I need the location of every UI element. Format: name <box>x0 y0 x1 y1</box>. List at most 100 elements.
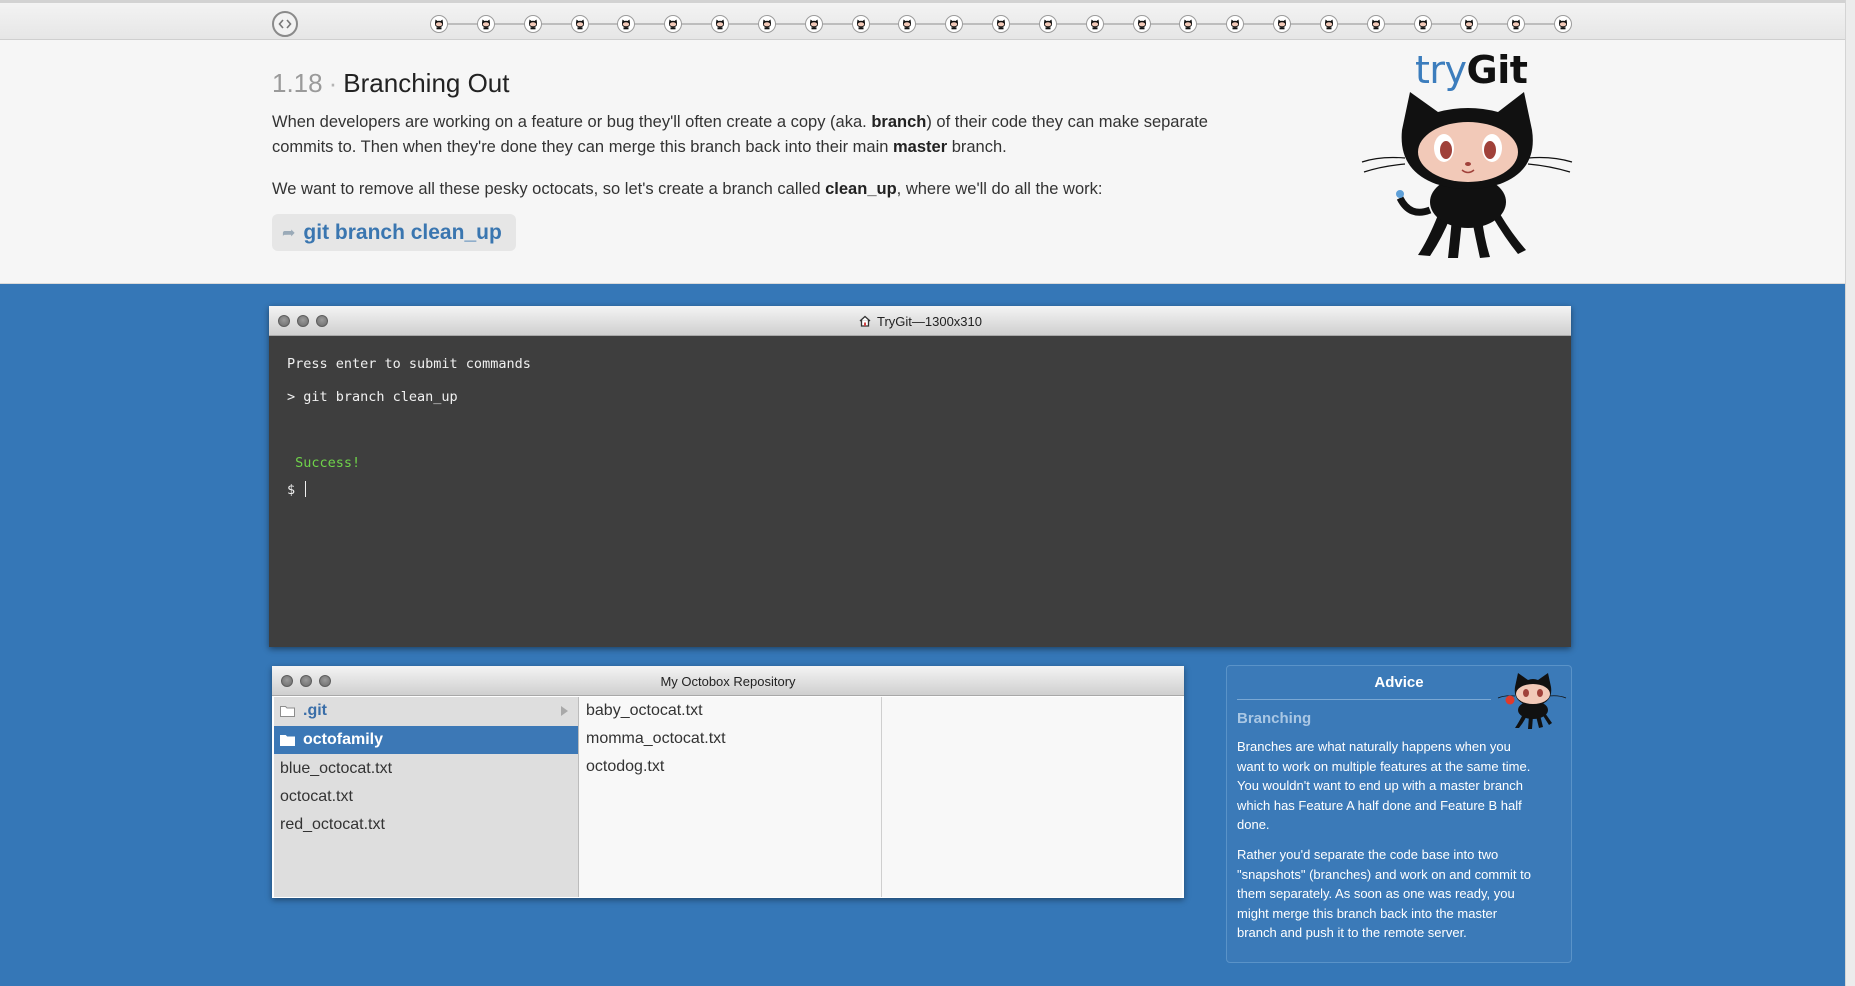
progress-step-2[interactable] <box>476 15 495 33</box>
advice-paragraph: Rather you'd separate the code base into… <box>1237 847 1531 940</box>
progress-step-10[interactable] <box>851 15 870 33</box>
octocat-icon <box>950 19 959 30</box>
progress-step-19[interactable] <box>1273 15 1291 33</box>
command-hint-text: git branch clean_up <box>303 220 502 244</box>
repository-titlebar: My Octobox Repository <box>272 666 1184 696</box>
progress-step-3[interactable] <box>523 15 542 33</box>
octocat-icon <box>1371 19 1380 30</box>
octocat-icon <box>715 19 725 30</box>
file-column-octofamily: baby_octocat.txt momma_octocat.txt octod… <box>579 697 882 897</box>
terminal-cursor <box>305 481 307 497</box>
text-run: branch. <box>947 138 1007 156</box>
progress-step-5[interactable] <box>617 15 636 33</box>
divider <box>1237 699 1491 700</box>
folder-icon <box>280 735 295 746</box>
advice-panel: Advice Branching Branches are what natur… <box>1226 665 1572 963</box>
progress-step-25[interactable] <box>1554 15 1572 33</box>
progress-step-21[interactable] <box>1366 15 1385 33</box>
lesson-progress-bar <box>0 0 1845 40</box>
progress-step-7[interactable] <box>711 15 729 33</box>
page-scrollbar[interactable] <box>1845 0 1855 986</box>
octocat-icon <box>1512 19 1521 30</box>
file-item-baby-octocat[interactable]: baby_octocat.txt <box>579 697 881 725</box>
octocat-icon <box>1090 19 1099 30</box>
octocat-icon <box>903 19 912 30</box>
command-hint-button[interactable]: ➦ git branch clean_up <box>272 214 516 251</box>
progress-steps <box>430 15 1572 33</box>
progress-step-4[interactable] <box>570 15 589 33</box>
bold-term: clean_up <box>825 180 897 198</box>
progress-step-20[interactable] <box>1319 15 1338 33</box>
lesson-instruction: We want to remove all these pesky octoca… <box>272 177 1252 202</box>
progress-step-24[interactable] <box>1507 15 1526 33</box>
file-name: red_octocat.txt <box>280 816 385 833</box>
terminal-line-command: > git branch clean_up <box>287 389 458 405</box>
file-name: blue_octocat.txt <box>280 760 393 777</box>
arrow-icon: ➦ <box>282 224 296 242</box>
file-item-momma-octocat[interactable]: momma_octocat.txt <box>579 725 881 753</box>
octocat-icon <box>1184 19 1193 30</box>
octocat-icon <box>1137 19 1146 30</box>
terminal-title-text: TryGit—1300x310 <box>876 313 982 329</box>
file-item-octocat[interactable]: octocat.txt <box>274 783 578 811</box>
advice-paragraph: Branches are what naturally happens when… <box>1237 739 1531 832</box>
octocat-icon <box>1418 19 1427 30</box>
octocat-icon <box>481 19 490 30</box>
progress-step-16[interactable] <box>1132 15 1151 33</box>
file-item-octodog[interactable]: octodog.txt <box>579 753 881 781</box>
lesson-number: 1.18 <box>272 68 323 98</box>
lesson-description: When developers are working on a feature… <box>272 110 1252 160</box>
octocat-icon <box>622 19 631 30</box>
expand-arrow-icon <box>561 706 568 716</box>
lesson-title-text: Branching Out <box>343 68 510 98</box>
file-column-root: .git octofamily blue_octocat.txt octocat… <box>274 697 579 897</box>
terminal-titlebar: TryGit—1300x310 <box>269 306 1571 336</box>
terminal-line-intro: Press enter to submit commands <box>287 356 531 372</box>
progress-step-17[interactable] <box>1179 15 1198 33</box>
octocat-icon <box>1465 19 1474 30</box>
terminal-window[interactable]: TryGit—1300x310 Press enter to submit co… <box>269 306 1571 647</box>
folder-item-git[interactable]: .git <box>274 697 578 725</box>
logo-git: Git <box>1466 48 1528 92</box>
file-name: octofamily <box>303 731 384 748</box>
octocat-icon <box>575 19 584 30</box>
progress-step-12[interactable] <box>945 15 964 33</box>
bold-term: branch <box>871 113 927 131</box>
text-run: When developers are working on a feature… <box>272 113 872 131</box>
octocat-icon <box>1231 19 1240 30</box>
file-item-red-octocat[interactable]: red_octocat.txt <box>274 811 578 839</box>
lesson-separator: · <box>328 68 338 98</box>
progress-step-14[interactable] <box>1038 15 1057 33</box>
octocat-icon <box>434 19 444 30</box>
progress-step-8[interactable] <box>757 15 776 33</box>
text-run: , where we'll do all the work: <box>896 180 1103 198</box>
progress-step-15[interactable] <box>1085 15 1104 33</box>
file-item-blue-octocat[interactable]: blue_octocat.txt <box>274 755 578 783</box>
progress-step-11[interactable] <box>898 15 917 33</box>
terminal-line-success: Success! <box>287 455 361 471</box>
octocat-icon <box>1497 673 1567 729</box>
file-name: .git <box>303 702 327 719</box>
progress-step-23[interactable] <box>1460 15 1479 33</box>
trygit-logo: tryGit <box>1415 48 1528 92</box>
progress-step-18[interactable] <box>1226 15 1245 33</box>
octocat-icon <box>762 19 771 30</box>
octocat-icon <box>1324 19 1333 30</box>
bold-term: master <box>893 138 948 156</box>
octocat-icon <box>669 19 678 30</box>
folder-item-octofamily[interactable]: octofamily <box>274 726 578 754</box>
file-name: octocat.txt <box>280 788 353 805</box>
octocat-icon <box>1558 19 1568 30</box>
progress-step-6[interactable] <box>664 15 683 33</box>
file-column-empty <box>882 697 1182 897</box>
code-brackets-icon[interactable] <box>272 11 298 37</box>
octocat-icon <box>1043 19 1052 30</box>
progress-step-1[interactable] <box>430 15 448 33</box>
octocat-icon <box>996 19 1006 30</box>
home-icon <box>858 314 872 328</box>
progress-step-22[interactable] <box>1413 15 1432 33</box>
progress-step-9[interactable] <box>804 15 823 33</box>
terminal-prompt-line[interactable]: $ <box>287 481 307 498</box>
progress-step-13[interactable] <box>992 15 1010 33</box>
octocat-icon <box>809 19 818 30</box>
